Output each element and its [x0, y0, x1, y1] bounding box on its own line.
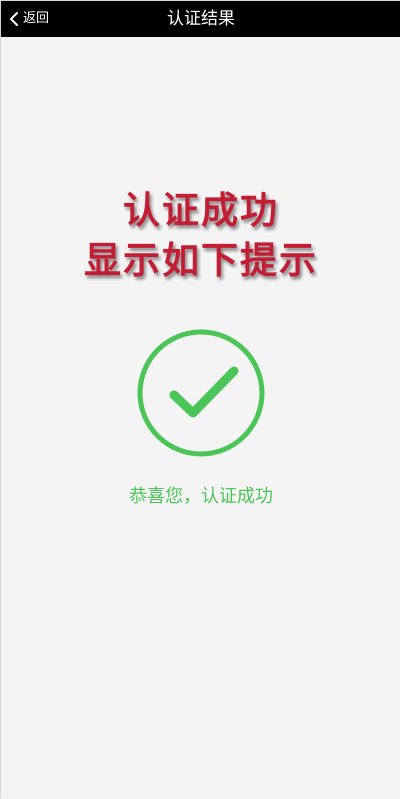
top-navigation-bar: 返回 认证结果	[1, 1, 400, 37]
checkmark-circle-icon	[135, 327, 267, 459]
phone-screen: 返回 认证结果 认证成功 显示如下提示 恭喜您，认证成功	[0, 0, 400, 799]
overlay-caption-line-1: 认证成功	[123, 189, 279, 232]
main-content: 认证成功 显示如下提示 恭喜您，认证成功	[1, 37, 400, 799]
overlay-caption-line-2: 显示如下提示	[84, 239, 318, 282]
page-title: 认证结果	[167, 9, 235, 29]
success-message: 恭喜您，认证成功	[129, 486, 273, 507]
